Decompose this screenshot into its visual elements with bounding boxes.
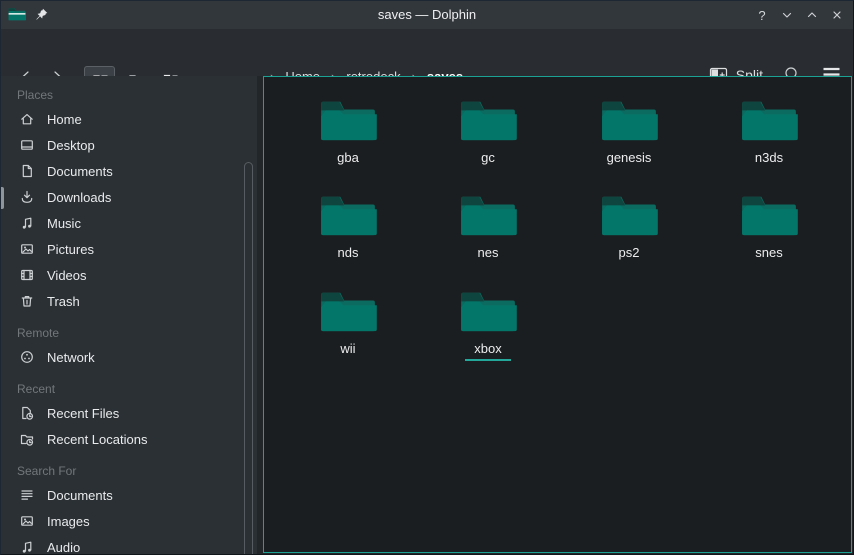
sidebar-item-desktop[interactable]: Desktop [1, 132, 257, 158]
recent-files-icon [19, 405, 35, 421]
folder-label: nds [338, 245, 359, 260]
network-icon [19, 349, 35, 365]
sidebar-item-search-audio[interactable]: Audio [1, 534, 257, 554]
sidebar-item-search-documents[interactable]: Documents [1, 482, 257, 508]
help-icon[interactable]: ? [754, 7, 770, 23]
folder-label: n3ds [755, 150, 783, 165]
folder-label: xbox [474, 341, 501, 356]
download-icon [19, 189, 35, 205]
folder-ps2[interactable]: ps2 [559, 184, 699, 276]
document-lines-icon [19, 487, 35, 503]
folder-label: snes [755, 245, 782, 260]
section-header-places: Places [1, 84, 257, 106]
folder-nds[interactable]: nds [278, 184, 418, 276]
folder-n3ds[interactable]: n3ds [699, 89, 839, 181]
folder-genesis[interactable]: genesis [559, 89, 699, 181]
folder-icon [740, 191, 798, 239]
folder-label: genesis [607, 150, 652, 165]
home-icon [19, 111, 35, 127]
folder-gba[interactable]: gba [278, 89, 418, 181]
music-note-icon [19, 215, 35, 231]
sidebar-scrollbar[interactable] [244, 162, 253, 554]
folder-label: gc [481, 150, 495, 165]
sidebar-item-music[interactable]: Music [1, 210, 257, 236]
sidebar-item-recent-locations[interactable]: Recent Locations [1, 426, 257, 452]
folder-icon [319, 96, 377, 144]
folder-icon [459, 191, 517, 239]
film-icon [19, 267, 35, 283]
sidebar-item-videos[interactable]: Videos [1, 262, 257, 288]
sidebar-item-pictures[interactable]: Pictures [1, 236, 257, 262]
folder-label: gba [337, 150, 359, 165]
folder-label: nes [478, 245, 499, 260]
document-icon [19, 163, 35, 179]
section-header-remote: Remote [1, 322, 257, 344]
folder-label: ps2 [619, 245, 640, 260]
sidebar-item-documents[interactable]: Documents [1, 158, 257, 184]
sidebar-item-search-images[interactable]: Images [1, 508, 257, 534]
dolphin-window: { "window": { "title": "saves — Dolphin"… [0, 0, 854, 555]
hover-underline [465, 359, 511, 361]
image-icon [19, 241, 35, 257]
folder-icon [319, 191, 377, 239]
maximize-icon[interactable] [804, 7, 820, 23]
toolbar: › Home › retrodeck › saves Split [1, 29, 853, 76]
section-header-recent: Recent [1, 378, 257, 400]
close-icon[interactable] [829, 7, 845, 23]
sidebar-item-home[interactable]: Home [1, 106, 257, 132]
sidebar-item-network[interactable]: Network [1, 344, 257, 370]
music-note-icon [19, 539, 35, 554]
titlebar[interactable]: saves — Dolphin ? [1, 1, 853, 29]
folder-snes[interactable]: snes [699, 184, 839, 276]
folder-wii[interactable]: wii [278, 280, 418, 372]
folder-icon [740, 96, 798, 144]
sidebar-item-downloads[interactable]: Downloads [1, 184, 257, 210]
folder-nes[interactable]: nes [418, 184, 558, 276]
folder-icon [600, 191, 658, 239]
places-panel: Places Home Desktop Documents Downloads … [1, 76, 257, 554]
desktop-icon [19, 137, 35, 153]
recent-locations-icon [19, 431, 35, 447]
sidebar-item-recent-files[interactable]: Recent Files [1, 400, 257, 426]
image-icon [19, 513, 35, 529]
folder-icon [319, 287, 377, 335]
folder-icon [459, 96, 517, 144]
panel-edge-handle[interactable] [1, 187, 4, 209]
minimize-icon[interactable] [779, 7, 795, 23]
sidebar-item-trash[interactable]: Trash [1, 288, 257, 314]
folder-icon [600, 96, 658, 144]
folder-icon [459, 287, 517, 335]
folder-view[interactable]: gba gc genesis n3ds nds nes ps2 snes wii… [263, 76, 852, 553]
folder-gc[interactable]: gc [418, 89, 558, 181]
folder-xbox[interactable]: xbox [418, 280, 558, 372]
window-title: saves — Dolphin [1, 1, 853, 29]
folder-label: wii [340, 341, 355, 356]
section-header-search-for: Search For [1, 460, 257, 482]
trash-icon [19, 293, 35, 309]
